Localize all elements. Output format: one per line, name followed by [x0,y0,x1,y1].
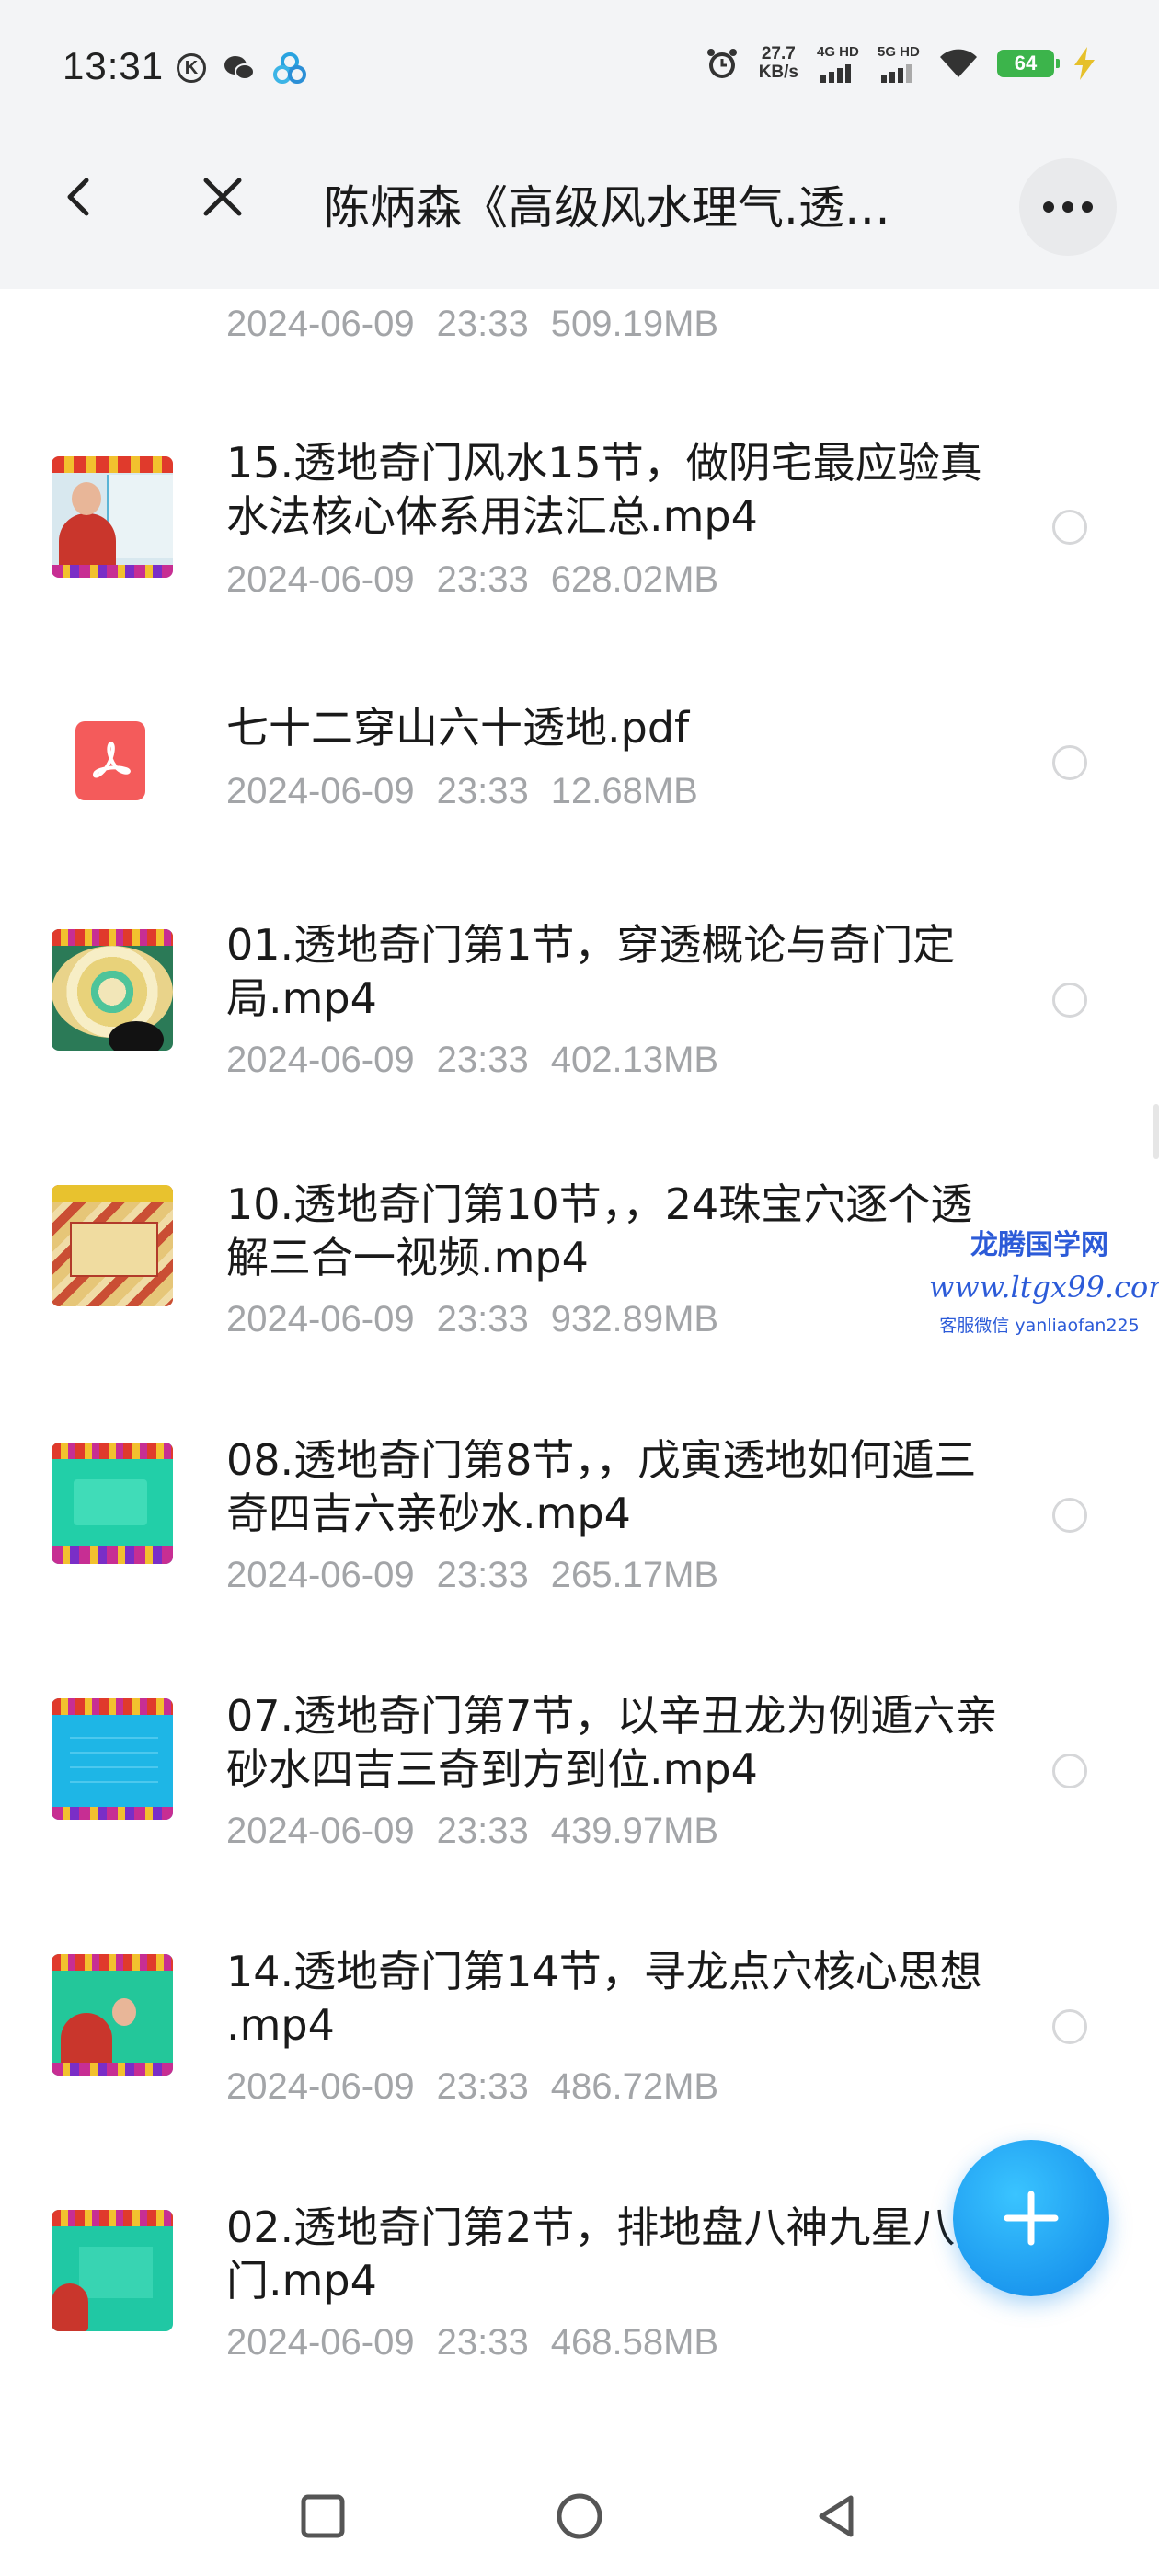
more-horizontal-icon [1043,201,1093,213]
status-system-icons: 27.7 KB/s 4G HD 5G HD 64 [704,44,1096,83]
select-radio[interactable] [1052,745,1087,780]
chevron-left-icon [67,178,89,216]
pdf-file-icon [75,721,145,800]
file-meta: 2024-06-09 23:33 265.17MB [226,1555,719,1595]
back-button[interactable] [52,169,107,224]
select-radio[interactable] [1052,2009,1087,2044]
add-button[interactable] [953,2140,1109,2296]
pdf-logo-icon [93,742,131,778]
file-name: 01.透地奇门第1节，穿透概论与奇门定局.mp4 [226,920,956,1023]
status-bar: 13:31 K 27.7 KB/s 4G HD 5G HD 64 [0,0,1159,116]
video-thumbnail [52,929,173,1051]
file-list[interactable]: 2024-06-09 23:33 509.19MB 15.透地奇门风水15节，做阴宅… [0,289,1159,2405]
select-radio[interactable] [1052,510,1087,545]
file-meta: 2024-06-09 23:33 439.97MB [226,1811,719,1851]
signal-4g-icon: 4G HD [817,44,859,83]
triangle-back-icon [819,2495,854,2537]
signal-5g-icon: 5G HD [878,44,920,83]
charging-icon [1074,47,1095,80]
file-name: 08.透地奇门第8节，，戊寅透地如何遁三奇四吉六亲砂水.mp4 [226,1435,977,1538]
battery-indicator: 64 [997,50,1060,77]
file-name: 七十二穿山六十透地.pdf [226,703,690,753]
watermark-title: 龙腾国学网 [970,1229,1108,1261]
file-meta: 2024-06-09 23:33 12.68MB [226,771,698,811]
link-app-icon [273,52,306,84]
home-button[interactable] [547,2484,612,2548]
plus-icon [1004,2191,1059,2246]
system-nav-bar [0,2447,1159,2576]
select-radio[interactable] [1052,983,1087,1018]
file-meta: 2024-06-09 23:33 509.19MB [226,304,719,344]
wifi-icon [940,49,977,77]
video-thumbnail [52,1698,173,1820]
select-radio[interactable] [1052,1754,1087,1788]
file-meta: 2024-06-09 23:33 628.02MB [226,559,719,600]
status-notification-icons: K [177,52,307,85]
file-list-item[interactable]: 2024-06-09 23:33 509.19MB [0,289,1159,390]
video-thumbnail [52,2210,173,2331]
file-list-item[interactable]: 14.透地奇门第14节，寻龙点穴核心思想 .mp4 2024-06-09 23:3… [0,1921,1159,2160]
network-speed: 27.7 KB/s [758,44,798,82]
video-thumbnail [52,1185,173,1306]
status-time: 13:31 [63,44,165,87]
close-icon [203,178,242,216]
file-list-item[interactable]: 08.透地奇门第8节，，戊寅透地如何遁三奇四吉六亲砂水.mp4 2024-06-… [0,1409,1159,1649]
file-name: 02.透地奇门第2节，排地盘八神九星八门.mp4 [226,2202,956,2306]
select-radio[interactable] [1052,1498,1087,1533]
square-icon [301,2494,345,2538]
file-meta: 2024-06-09 23:33 468.58MB [226,2322,719,2363]
watermark: 龙腾国学网 www.ltgx99.com 客服微信 yanliaofan225 [929,1222,1159,1337]
file-meta: 2024-06-09 23:33 932.89MB [226,1299,719,1340]
wechat-icon [224,56,255,80]
edge-handle[interactable] [1153,1104,1159,1159]
watermark-contact: 客服微信 yanliaofan225 [939,1316,1140,1336]
file-name: 10.透地奇门第10节，，24珠宝穴逐个透解三合一视频.mp4 [226,1179,973,1282]
close-button[interactable] [195,169,250,224]
file-name: 14.透地奇门第14节，寻龙点穴核心思想 .mp4 [226,1947,982,2050]
file-list-item[interactable]: 七十二穿山六十透地.pdf 2024-06-09 23:33 12.68MB [0,675,1159,859]
nav-back-button[interactable] [804,2484,868,2548]
file-meta: 2024-06-09 23:33 402.13MB [226,1040,719,1080]
k-app-icon: K [177,53,206,83]
file-list-item[interactable]: 15.透地奇门风水15节，做阴宅最应验真水法核心体系用法汇总.mp4 2024-… [0,427,1159,648]
file-list-item[interactable]: 07.透地奇门第7节，以辛丑龙为例遁六亲砂水四吉三奇到方到位.mp4 2024-… [0,1665,1159,1904]
file-name: 07.透地奇门第7节，以辛丑龙为例遁六亲砂水四吉三奇到方到位.mp4 [226,1691,998,1794]
video-thumbnail [52,1443,173,1564]
watermark-url: www.ltgx99.com [929,1270,1159,1305]
file-meta: 2024-06-09 23:33 486.72MB [226,2066,719,2107]
file-list-item[interactable]: 01.透地奇门第1节，穿透概论与奇门定局.mp4 2024-06-09 23:33… [0,896,1159,1135]
page-title: 陈炳森《高级风水理气.透… [324,181,890,235]
video-thumbnail [52,456,173,578]
top-app-bar: 陈炳森《高级风水理气.透… [0,116,1159,289]
video-thumbnail [52,1954,173,2076]
recent-apps-button[interactable] [291,2484,355,2548]
circle-icon [557,2493,602,2539]
file-name: 15.透地奇门风水15节，做阴宅最应验真水法核心体系用法汇总.mp4 [226,438,982,541]
more-options-button[interactable] [1019,158,1117,256]
alarm-icon [706,49,737,78]
